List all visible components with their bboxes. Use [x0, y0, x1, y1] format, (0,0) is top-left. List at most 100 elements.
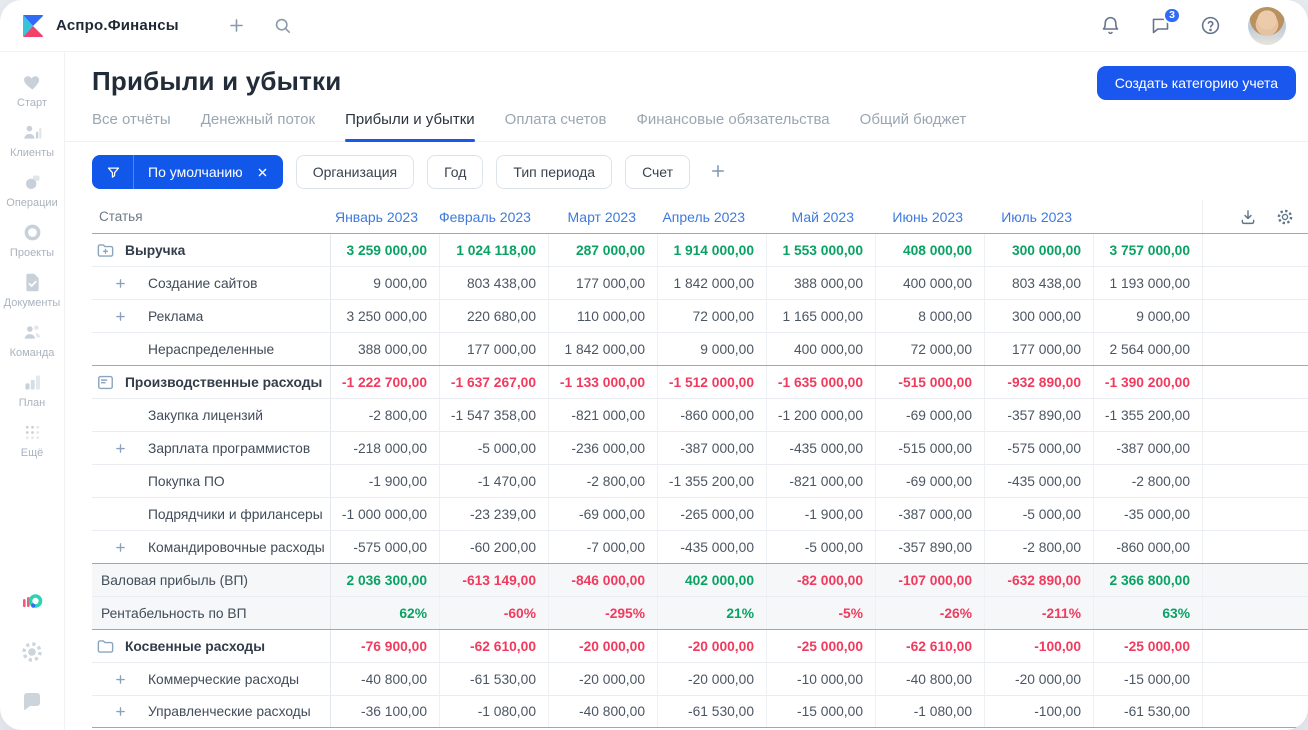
filter-chip[interactable]: Тип периода [496, 155, 613, 189]
expand-plus-icon[interactable] [115, 311, 126, 322]
row-label: Подрядчики и фрилансеры [148, 506, 323, 522]
cell-value: 1 553 000,00 [766, 234, 875, 266]
cell-value: -61 530,00 [657, 696, 766, 727]
add-button[interactable] [227, 16, 247, 36]
sidebar-item-label: План [18, 397, 46, 409]
cell-value: -76 900,00 [330, 630, 439, 662]
expand-plus-icon[interactable] [115, 542, 126, 553]
row-label-cell[interactable]: Нераспределенные [92, 333, 330, 365]
messages-icon[interactable]: 3 [1148, 6, 1181, 38]
settings-icon[interactable] [1276, 208, 1294, 226]
row-label: Производственные расходы [125, 374, 323, 390]
table-row: Производственные расходы -1 222 700,00 -1 … [92, 365, 1308, 398]
cell-value: 1 914 000,00 [657, 234, 766, 266]
cell-value: -20 000,00 [657, 663, 766, 695]
expand-plus-icon[interactable] [115, 706, 126, 717]
row-label-cell[interactable]: Выручка [92, 234, 330, 266]
tab-item[interactable]: Общий бюджет [860, 111, 967, 141]
cell-value: -1 200 000,00 [766, 399, 875, 431]
page-title: Прибыли и убытки [92, 66, 342, 96]
download-icon[interactable] [1239, 208, 1257, 226]
create-category-button[interactable]: Создать категорию учета [1096, 66, 1296, 100]
cell-value: -40 800,00 [548, 696, 657, 727]
sidebar-item-plan[interactable]: План [2, 366, 62, 416]
row-label-cell[interactable]: Реклама [92, 300, 330, 332]
cell-value: -7 000,00 [548, 531, 657, 563]
tab-item[interactable]: Все отчёты [92, 111, 171, 141]
cell-value: -107 000,00 [875, 564, 984, 596]
search-icon[interactable] [273, 16, 293, 36]
table-row: Рентабельность по ВП 62% -60% -295% 21% -5% -2… [92, 596, 1308, 629]
card-lines-icon [96, 373, 115, 392]
support-chat-icon[interactable] [20, 690, 44, 714]
row-label: Зарплата программистов [148, 440, 311, 456]
help-icon[interactable] [1198, 14, 1222, 38]
filter-chip[interactable]: Организация [295, 155, 415, 189]
row-label: Рентабельность по ВП [101, 605, 247, 621]
sidebar-item-heart[interactable]: Старт [2, 66, 62, 116]
cell-value: -40 800,00 [330, 663, 439, 695]
cell-value: -575 000,00 [984, 432, 1093, 464]
table-row: Управленческие расходы -36 100,00 -1 080,0… [92, 695, 1308, 728]
row-label-cell[interactable]: Создание сайтов [92, 267, 330, 299]
cell-value: -60 200,00 [439, 531, 548, 563]
row-label-cell[interactable]: Производственные расходы [92, 366, 330, 398]
row-label-cell[interactable]: Покупка ПО [92, 465, 330, 497]
sidebar-item-label: Команда [9, 347, 55, 359]
cell-value: -387 000,00 [875, 498, 984, 530]
avatar[interactable] [1248, 6, 1286, 45]
close-icon[interactable] [251, 155, 283, 189]
cell-value: 402 000,00 [657, 564, 766, 596]
sidebar-item-more[interactable]: Ещё [2, 416, 62, 466]
table-row: Покупка ПО -1 900,00 -1 470,00 -2 800,00 -1 … [92, 464, 1308, 497]
column-header-month: Март 2023 [567, 208, 636, 225]
tab-item[interactable]: Оплата счетов [505, 111, 607, 141]
row-label-cell[interactable]: Коммерческие расходы [92, 663, 330, 695]
cell-value: -846 000,00 [548, 564, 657, 596]
sidebar-item-projects[interactable]: Проекты [2, 216, 62, 266]
row-filler [1202, 234, 1308, 266]
tab-item[interactable]: Денежный поток [201, 111, 315, 141]
app-logo-icon[interactable] [20, 13, 46, 39]
row-label-cell[interactable]: Командировочные расходы [92, 531, 330, 563]
cell-value: 803 438,00 [439, 267, 548, 299]
row-label-cell[interactable]: Подрядчики и фрилансеры [92, 498, 330, 530]
expand-plus-icon[interactable] [115, 278, 126, 289]
add-filter-icon[interactable] [707, 161, 729, 183]
filter-chip[interactable]: Счет [625, 155, 691, 189]
logo-mark-icon[interactable] [20, 590, 44, 614]
cell-value: 177 000,00 [984, 333, 1093, 365]
active-filter-button[interactable]: По умолчанию [92, 155, 283, 189]
column-header-month: Февраль 2023 [439, 208, 531, 225]
settings-gear-icon[interactable] [20, 640, 44, 664]
cell-value: 400 000,00 [766, 333, 875, 365]
row-label-cell[interactable]: Косвенные расходы [92, 630, 330, 662]
column-header-month: Май 2023 [791, 208, 854, 225]
cell-value: -1 133 000,00 [548, 366, 657, 398]
sidebar-item-operations[interactable]: Операции [2, 166, 62, 216]
cell-value: -1 512 000,00 [657, 366, 766, 398]
bell-icon[interactable] [1098, 14, 1122, 38]
cell-value: -435 000,00 [657, 531, 766, 563]
sidebar-item-label: Проекты [9, 247, 55, 259]
tab-item[interactable]: Финансовые обязательства [636, 111, 829, 141]
cell-value: -236 000,00 [548, 432, 657, 464]
row-label-cell[interactable]: Закупка лицензий [92, 399, 330, 431]
cell-value: 3 757 000,00 [1093, 234, 1202, 266]
sidebar-item-team[interactable]: Команда [2, 316, 62, 366]
row-label-cell[interactable]: Управленческие расходы [92, 696, 330, 727]
cell-value: 2 366 800,00 [1093, 564, 1202, 596]
expand-plus-icon[interactable] [115, 443, 126, 454]
cell-value: -69 000,00 [875, 465, 984, 497]
cell-value: -1 635 000,00 [766, 366, 875, 398]
sidebar-item-clients[interactable]: Клиенты [2, 116, 62, 166]
expand-plus-icon[interactable] [115, 674, 126, 685]
team-icon [22, 322, 43, 343]
cell-value: -1 547 358,00 [439, 399, 548, 431]
cell-value: -357 890,00 [875, 531, 984, 563]
row-label-cell: Рентабельность по ВП [92, 597, 330, 629]
filter-chip[interactable]: Год [427, 155, 484, 189]
row-label-cell[interactable]: Зарплата программистов [92, 432, 330, 464]
sidebar-item-documents[interactable]: Документы [2, 266, 62, 316]
tab-item[interactable]: Прибыли и убытки [345, 111, 475, 142]
